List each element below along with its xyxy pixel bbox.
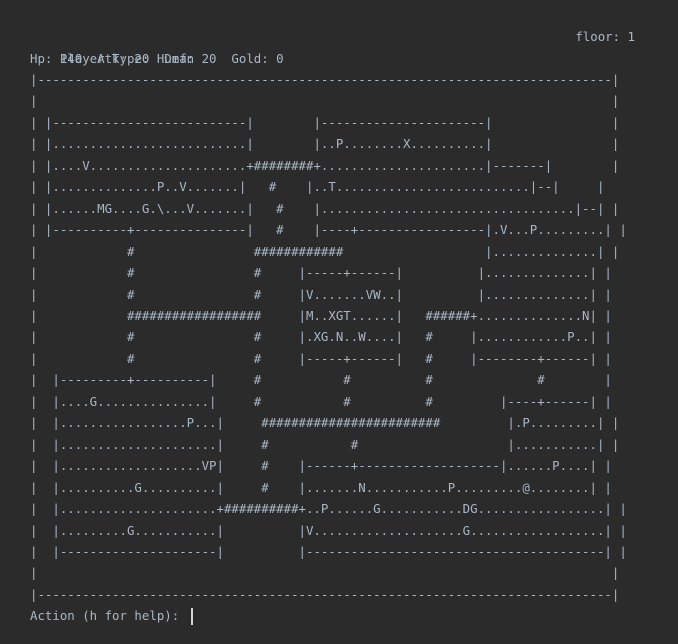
map-row: | # # |-----+------| # |--------+------|… [30,350,612,366]
map-row: | |----------+---------------| # |----+-… [30,222,627,238]
map-row: | |.................P...| ##############… [30,415,620,431]
player-stats: Hp: 140 Atk: 20 Def: 20 Gold: 0 [30,50,284,66]
map-row: | |..............P..V.......| # |..T....… [30,179,605,195]
dungeon-map: |---------------------------------------… [30,69,650,605]
text-cursor[interactable] [190,607,193,625]
map-row: | |---------+----------| # # # # | [30,372,612,388]
map-row: | |..........................| |..P.....… [30,136,620,152]
map-row: | |....G...............| # # # |----+---… [30,393,612,409]
status-header: Player Type: Human floor: 1 [30,26,650,66]
map-row: | |.....................| # # |.........… [30,436,620,452]
map-row: | # # |.XG.N..W....| # |............P..|… [30,329,612,345]
command-prompt[interactable]: Action (h for help): [30,605,650,627]
map-row: | |.....................+##########+..P.… [30,501,627,517]
map-row: | # ############ |..............| | [30,243,620,259]
map-row: | # # |-----+------| |..............| | [30,265,612,281]
map-row: | |..........G..........| # |.......N...… [30,479,612,495]
floor-indicator: floor: 1 [575,29,635,44]
map-row: | |--------------------------| |--------… [30,114,620,130]
map-row: | |...................VP| # |------+----… [30,458,612,474]
map-row: | |.........G...........| |V............… [30,522,627,538]
game-terminal: Player Type: Human floor: 1 Hp: 140 Atk:… [30,26,650,627]
map-row: | | [30,93,620,109]
map-row: |---------------------------------------… [30,72,620,87]
map-row: | |......MG....G.\...V.......| # |......… [30,200,620,216]
map-row: | |---------------------| |-------------… [30,543,627,559]
map-row: |---------------------------------------… [30,586,620,602]
map-row: | | [30,565,620,581]
map-row: | # # |V.......VW..| |..............| | [30,286,612,302]
map-row: | ################## |M..XGT......| ####… [30,307,612,323]
map-row: | |....V.....................+########+.… [30,157,620,173]
prompt-label: Action (h for help): [30,608,187,624]
